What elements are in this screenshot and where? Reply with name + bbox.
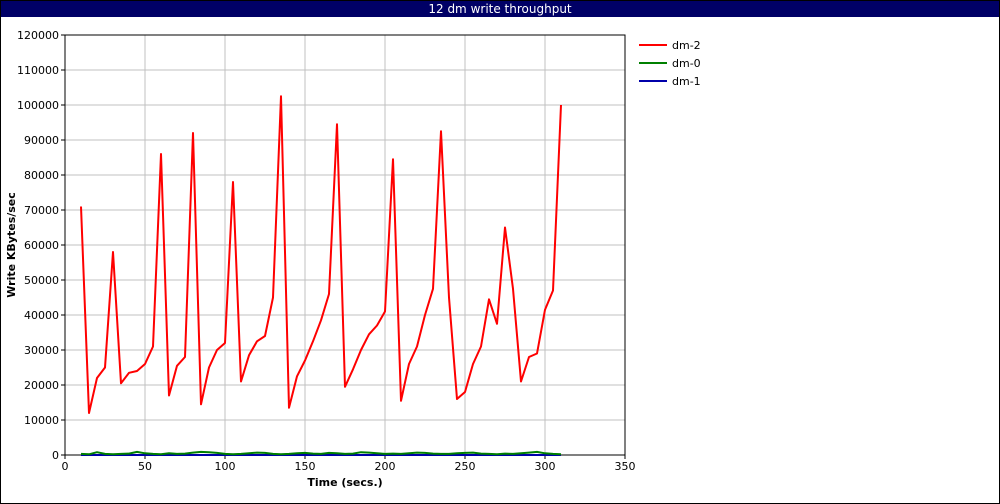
y-tick-label: 110000 <box>17 64 59 77</box>
x-axis-label: Time (secs.) <box>307 476 382 489</box>
legend: dm-2 dm-0 dm-1 <box>639 39 701 88</box>
y-tick-label: 120000 <box>17 29 59 42</box>
y-tick-label: 90000 <box>24 134 59 147</box>
chart-canvas: 0 10000 20000 30000 40000 50000 60000 70000 8000… <box>5 29 701 489</box>
x-tick-label: 0 <box>62 460 69 473</box>
series-line-dm-0 <box>80 450 562 456</box>
y-tick-label: 30000 <box>24 344 59 357</box>
chart-window: 12 dm write throughput 0 10000 20000 30000 4… <box>0 0 1000 504</box>
y-tick-label: 0 <box>52 449 59 462</box>
x-tick-label: 300 <box>535 460 556 473</box>
y-tick-label: 100000 <box>17 99 59 112</box>
series-lines <box>80 95 562 456</box>
y-tick-label: 10000 <box>24 414 59 427</box>
legend-label-dm-0: dm-0 <box>672 57 701 70</box>
x-tick-label: 50 <box>138 460 152 473</box>
grid-lines <box>64 34 626 456</box>
x-tick-label: 100 <box>215 460 236 473</box>
x-tick-label: 150 <box>295 460 316 473</box>
legend-label-dm-1: dm-1 <box>672 75 701 88</box>
series-line-dm-2 <box>80 95 562 414</box>
x-tick-label: 250 <box>455 460 476 473</box>
axis-ticks: 0 10000 20000 30000 40000 50000 60000 70000 8000… <box>17 29 636 473</box>
y-tick-label: 70000 <box>24 204 59 217</box>
y-tick-label: 20000 <box>24 379 59 392</box>
y-tick-label: 60000 <box>24 239 59 252</box>
legend-label-dm-2: dm-2 <box>672 39 701 52</box>
x-tick-label: 200 <box>375 460 396 473</box>
x-tick-label: 350 <box>615 460 636 473</box>
y-axis-label: Write KBytes/sec <box>5 192 18 298</box>
y-tick-label: 50000 <box>24 274 59 287</box>
y-tick-label: 40000 <box>24 309 59 322</box>
y-tick-label: 80000 <box>24 169 59 182</box>
